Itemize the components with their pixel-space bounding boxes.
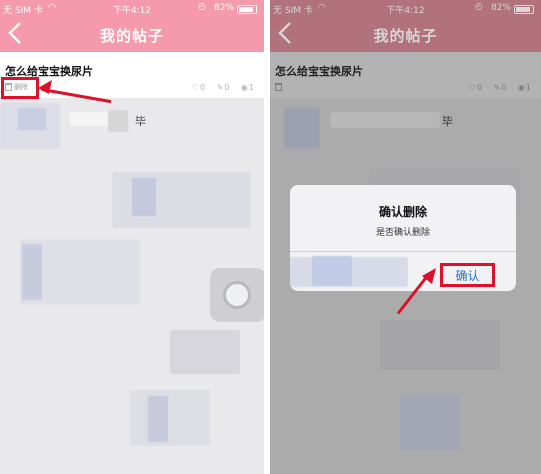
battery-icon (237, 5, 257, 14)
nav-bar: 无 SIM 卡 ◠ 下午4:12 ◴ 82% 我的帖子 (270, 0, 541, 52)
like-icon: ♡ (468, 83, 476, 92)
like-count: 0 (476, 83, 483, 92)
blurred-content (330, 112, 440, 128)
arrow-head-icon (38, 80, 52, 94)
post-title: 怎么给宝宝换尿片 (275, 65, 363, 78)
blurred-content (130, 390, 210, 446)
assistive-touch-button[interactable] (210, 268, 264, 322)
comment-count: 0 (224, 83, 230, 92)
battery-percent: 82% (213, 3, 234, 13)
view-icon: ◉ (517, 83, 525, 92)
blurred-content (170, 330, 240, 374)
blurred-content (18, 108, 46, 130)
view-count: 1 (525, 83, 531, 92)
like-count: 0 (199, 83, 206, 92)
left-screen: 无 SIM 卡 ◠ 下午4:12 ◴ 82% 我的帖子 怎么给宝宝换尿片 删除 … (0, 0, 264, 474)
like-icon: ♡ (191, 83, 199, 92)
cancel-button[interactable] (290, 252, 408, 291)
battery-icon (514, 5, 534, 14)
page-title: 我的帖子 (99, 27, 164, 45)
post-stats: ♡0 ✎0 ◉1 (460, 83, 531, 92)
view-icon: ◉ (240, 83, 248, 92)
blurred-content (148, 396, 168, 442)
confirm-button[interactable]: 确认 (440, 263, 495, 287)
delete-button: 删除 (274, 81, 298, 94)
blurred-content (380, 320, 500, 370)
blurred-content (70, 112, 110, 126)
view-count: 1 (248, 83, 254, 92)
partial-text: 毕 (135, 115, 146, 128)
page-title: 我的帖子 (373, 27, 438, 45)
blurred-content (284, 108, 320, 148)
comment-count: 0 (501, 83, 507, 92)
screenshot-pair: 无 SIM 卡 ◠ 下午4:12 ◴ 82% 我的帖子 怎么给宝宝换尿片 删除 … (0, 0, 541, 474)
partial-text: 毕 (442, 115, 453, 128)
blurred-content (400, 395, 460, 451)
orientation-lock-icon: ◴ (475, 2, 483, 12)
blurred-content (108, 110, 128, 132)
status-bar: 无 SIM 卡 ◠ 下午4:12 ◴ 82% (0, 2, 264, 16)
blurred-content (312, 256, 352, 286)
dialog-title: 确认删除 (378, 205, 427, 219)
trash-icon (275, 83, 282, 91)
status-bar: 无 SIM 卡 ◠ 下午4:12 ◴ 82% (270, 2, 541, 16)
right-screen: 无 SIM 卡 ◠ 下午4:12 ◴ 82% 我的帖子 怎么给宝宝换尿片 删除 … (270, 0, 541, 474)
post-stats: ♡0 ✎0 ◉1 (183, 83, 254, 92)
post-item: 怎么给宝宝换尿片 删除 ♡0 ✎0 ◉1 (270, 52, 541, 98)
blurred-content (22, 244, 42, 300)
comment-icon: ✎ (216, 83, 224, 92)
comment-icon: ✎ (493, 83, 501, 92)
nav-bar: 无 SIM 卡 ◠ 下午4:12 ◴ 82% 我的帖子 (0, 0, 264, 52)
orientation-lock-icon: ◴ (198, 2, 206, 12)
arrow-head-icon (422, 268, 436, 284)
dialog-message: 是否确认删除 (375, 228, 430, 238)
blurred-content (132, 178, 156, 216)
confirm-dialog: 确认删除 是否确认删除 确认 (290, 185, 516, 291)
battery-percent: 82% (490, 3, 511, 13)
delete-highlight-box (1, 77, 39, 99)
